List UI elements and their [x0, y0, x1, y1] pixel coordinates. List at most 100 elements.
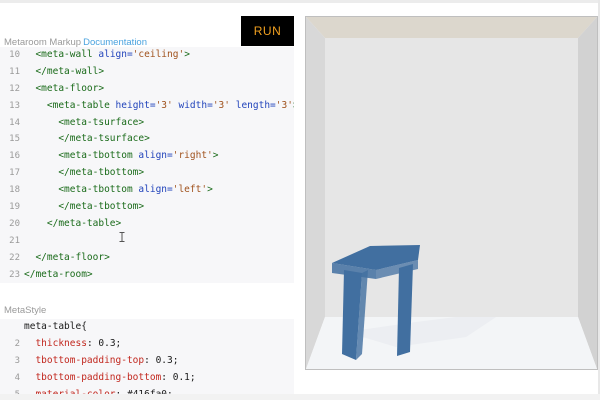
code-line[interactable]: 11 </meta-wall> [0, 64, 294, 81]
code-token: </meta-tbottom> [58, 201, 145, 213]
line-number: 2 [14, 338, 20, 349]
code-token: </meta-wall> [35, 65, 105, 77]
code-text: </meta-floor> [24, 250, 110, 267]
code-line[interactable]: 12 <meta-floor> [0, 81, 294, 98]
code-token: <meta-wall [35, 49, 99, 60]
scene-viewer[interactable] [305, 16, 598, 370]
code-token: <meta-tsurface> [58, 116, 145, 128]
code-text: </meta-room> [24, 267, 93, 283]
code-token: </meta-floor> [35, 251, 110, 263]
code-token: </meta-tbottom> [58, 167, 145, 179]
line-number: 3 [14, 355, 20, 366]
top-border [0, 0, 600, 3]
run-button[interactable]: RUN [241, 16, 294, 46]
code-line[interactable]: 10 <meta-wall align='ceiling'> [0, 47, 294, 64]
room-scene [306, 17, 597, 369]
code-token: meta-table{ [24, 321, 87, 332]
code-token: 'left' [172, 184, 208, 196]
code-token: 'ceiling' [132, 49, 185, 60]
code-token: length= [235, 99, 276, 111]
code-line[interactable]: 18 <meta-tbottom align='left'> [0, 182, 294, 199]
code-line[interactable]: 16 <meta-tbottom align='right'> [0, 148, 294, 165]
line-number: 16 [9, 151, 20, 162]
code-text: <meta-tbottom align='left'> [24, 182, 212, 199]
code-text: tbottom-padding-bottom: 0.1; [24, 370, 196, 387]
bottom-strip [0, 394, 600, 400]
code-token: height= [115, 99, 156, 111]
room-left-wall [306, 17, 325, 369]
code-line[interactable]: 14 <meta-tsurface> [0, 115, 294, 132]
line-number: 11 [9, 66, 20, 77]
code-text: </meta-tsurface> [24, 131, 150, 148]
code-text: thickness: 0.3; [24, 336, 121, 353]
code-token: thickness [35, 337, 87, 349]
code-line[interactable]: 21 [0, 233, 294, 250]
code-line[interactable]: 23 </meta-room> [0, 267, 294, 283]
code-text: <meta-wall align='ceiling'> [24, 47, 190, 64]
room-right-wall [578, 17, 597, 369]
line-number: 13 [9, 100, 20, 111]
code-token: <meta-tbottom [58, 184, 139, 196]
code-text: </meta-tbottom> [24, 199, 144, 216]
line-number: 21 [9, 235, 20, 246]
room-ceiling [306, 17, 597, 38]
code-token: <meta-table [46, 99, 116, 111]
code-line[interactable]: 4 tbottom-padding-bottom: 0.1; [0, 370, 294, 387]
code-token: > [184, 49, 190, 60]
code-token: : 0.3; [86, 337, 122, 349]
code-line[interactable]: 15 </meta-tsurface> [0, 131, 294, 148]
code-token: '3' [155, 99, 173, 111]
style-editor[interactable]: meta-table{2 thickness: 0.3; 3 tbottom-pa… [0, 319, 294, 397]
code-token: '3' [275, 99, 293, 111]
line-number: 22 [9, 252, 20, 263]
line-number: 10 [9, 50, 20, 60]
code-text: meta-table{ [24, 319, 87, 336]
line-number: 18 [9, 185, 20, 196]
line-number: 17 [9, 168, 20, 179]
style-panel-title: MetaStyle [4, 305, 47, 316]
code-token: tbottom-padding-bottom [35, 371, 162, 383]
code-token: align= [98, 49, 133, 60]
code-line[interactable]: 13 <meta-table height='3' width='3' leng… [0, 98, 294, 115]
code-token: 'right' [172, 150, 213, 162]
line-number: 23 [9, 269, 20, 280]
code-token: <meta-floor> [35, 82, 105, 94]
code-text: <meta-floor> [24, 81, 104, 98]
code-line[interactable]: 2 thickness: 0.3; [0, 336, 294, 353]
line-number: 4 [14, 372, 20, 383]
code-token: <meta-tbottom [58, 150, 139, 162]
code-token: : 0.1; [161, 371, 196, 383]
code-text: </meta-wall> [24, 64, 104, 81]
code-line[interactable]: 17 </meta-tbottom> [0, 165, 294, 182]
line-number: 15 [9, 134, 20, 145]
code-text: </meta-tbottom> [24, 165, 144, 182]
code-token: </meta-tsurface> [58, 133, 150, 145]
markup-editor[interactable]: 10 <meta-wall align='ceiling'> 11 </meta-… [0, 47, 294, 283]
code-line[interactable]: 19 </meta-tbottom> [0, 199, 294, 216]
code-line[interactable]: meta-table{ [0, 319, 294, 336]
line-number: 12 [9, 83, 20, 94]
code-line[interactable]: 22 </meta-floor> [0, 250, 294, 267]
code-token: align= [138, 150, 173, 162]
code-text: tbottom-padding-top: 0.3; [24, 353, 178, 370]
code-text: </meta-table> [24, 216, 121, 233]
code-token: </meta-table> [46, 217, 122, 229]
code-line[interactable]: 3 tbottom-padding-top: 0.3; [0, 353, 294, 370]
code-line[interactable]: 20 </meta-table> [0, 216, 294, 233]
code-token: align= [138, 184, 173, 196]
line-number: 14 [9, 117, 20, 128]
